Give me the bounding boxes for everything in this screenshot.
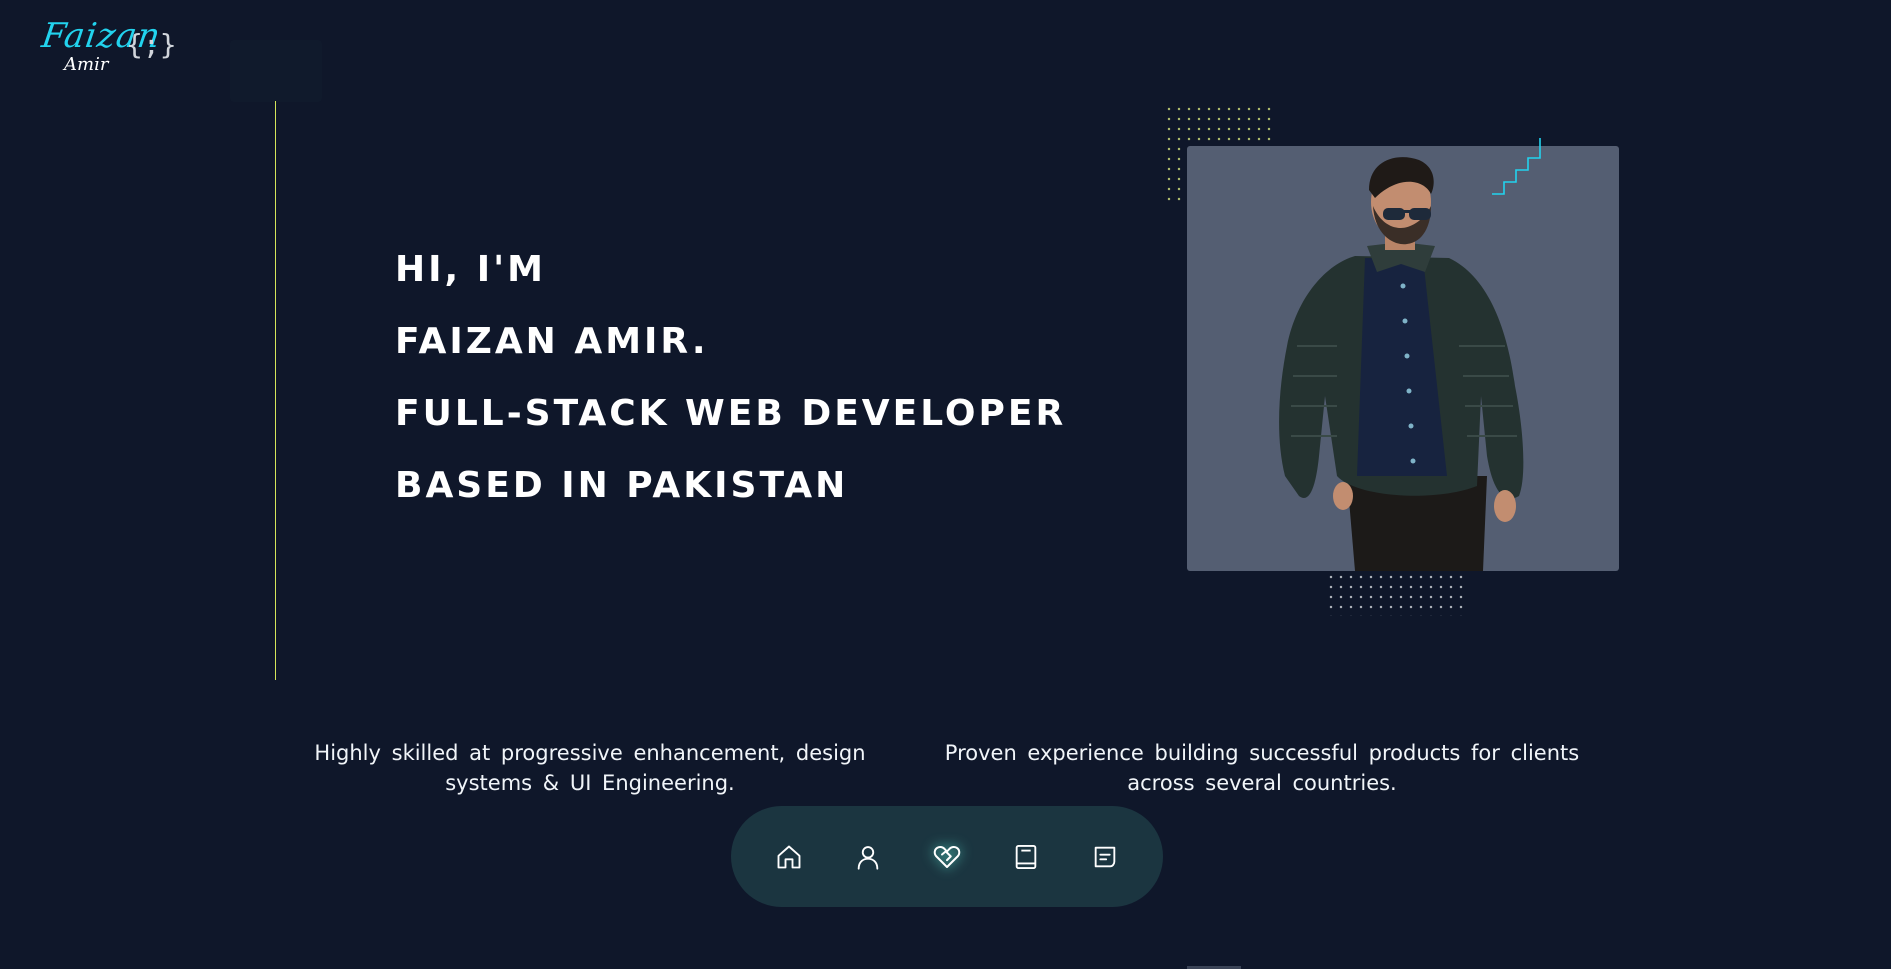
message-icon (1094, 846, 1116, 867)
portfolio-page: Faizan Amir {;} HI, I'M FAIZAN AMIR. FUL… (0, 0, 1891, 969)
book-icon (1015, 844, 1037, 869)
nav-portfolio-button[interactable] (1006, 837, 1046, 877)
hero-greeting: HI, I'M (395, 249, 546, 290)
nav-home-button[interactable] (769, 837, 809, 877)
experience-description: Proven experience building successful pr… (944, 741, 1580, 795)
person-illustration (1279, 157, 1524, 571)
stairs-decoration (1492, 138, 1541, 195)
code-braces-icon: {;} (126, 28, 177, 61)
profile-photo (1187, 146, 1619, 571)
skills-description: Highly skilled at progressive enhancemen… (314, 741, 866, 795)
bottom-navigation (731, 806, 1163, 907)
hero-location: BASED IN PAKISTAN (395, 465, 849, 506)
accent-vertical-line (275, 101, 276, 680)
handshake-icon (933, 845, 961, 868)
hero-heading: HI, I'M FAIZAN AMIR. FULL-STACK WEB DEVE… (395, 234, 1066, 522)
header-shadow-block (230, 40, 322, 102)
nav-services-button[interactable] (927, 837, 967, 877)
home-icon (777, 845, 801, 868)
nav-contact-button[interactable] (1085, 837, 1125, 877)
hero-name: FAIZAN AMIR. (395, 321, 709, 362)
logo-sub-text: Amir (64, 54, 109, 75)
user-icon (857, 845, 879, 870)
site-logo[interactable]: Faizan Amir {;} (39, 16, 176, 80)
hero-role: FULL-STACK WEB DEVELOPER (395, 393, 1067, 434)
nav-about-button[interactable] (848, 837, 888, 877)
